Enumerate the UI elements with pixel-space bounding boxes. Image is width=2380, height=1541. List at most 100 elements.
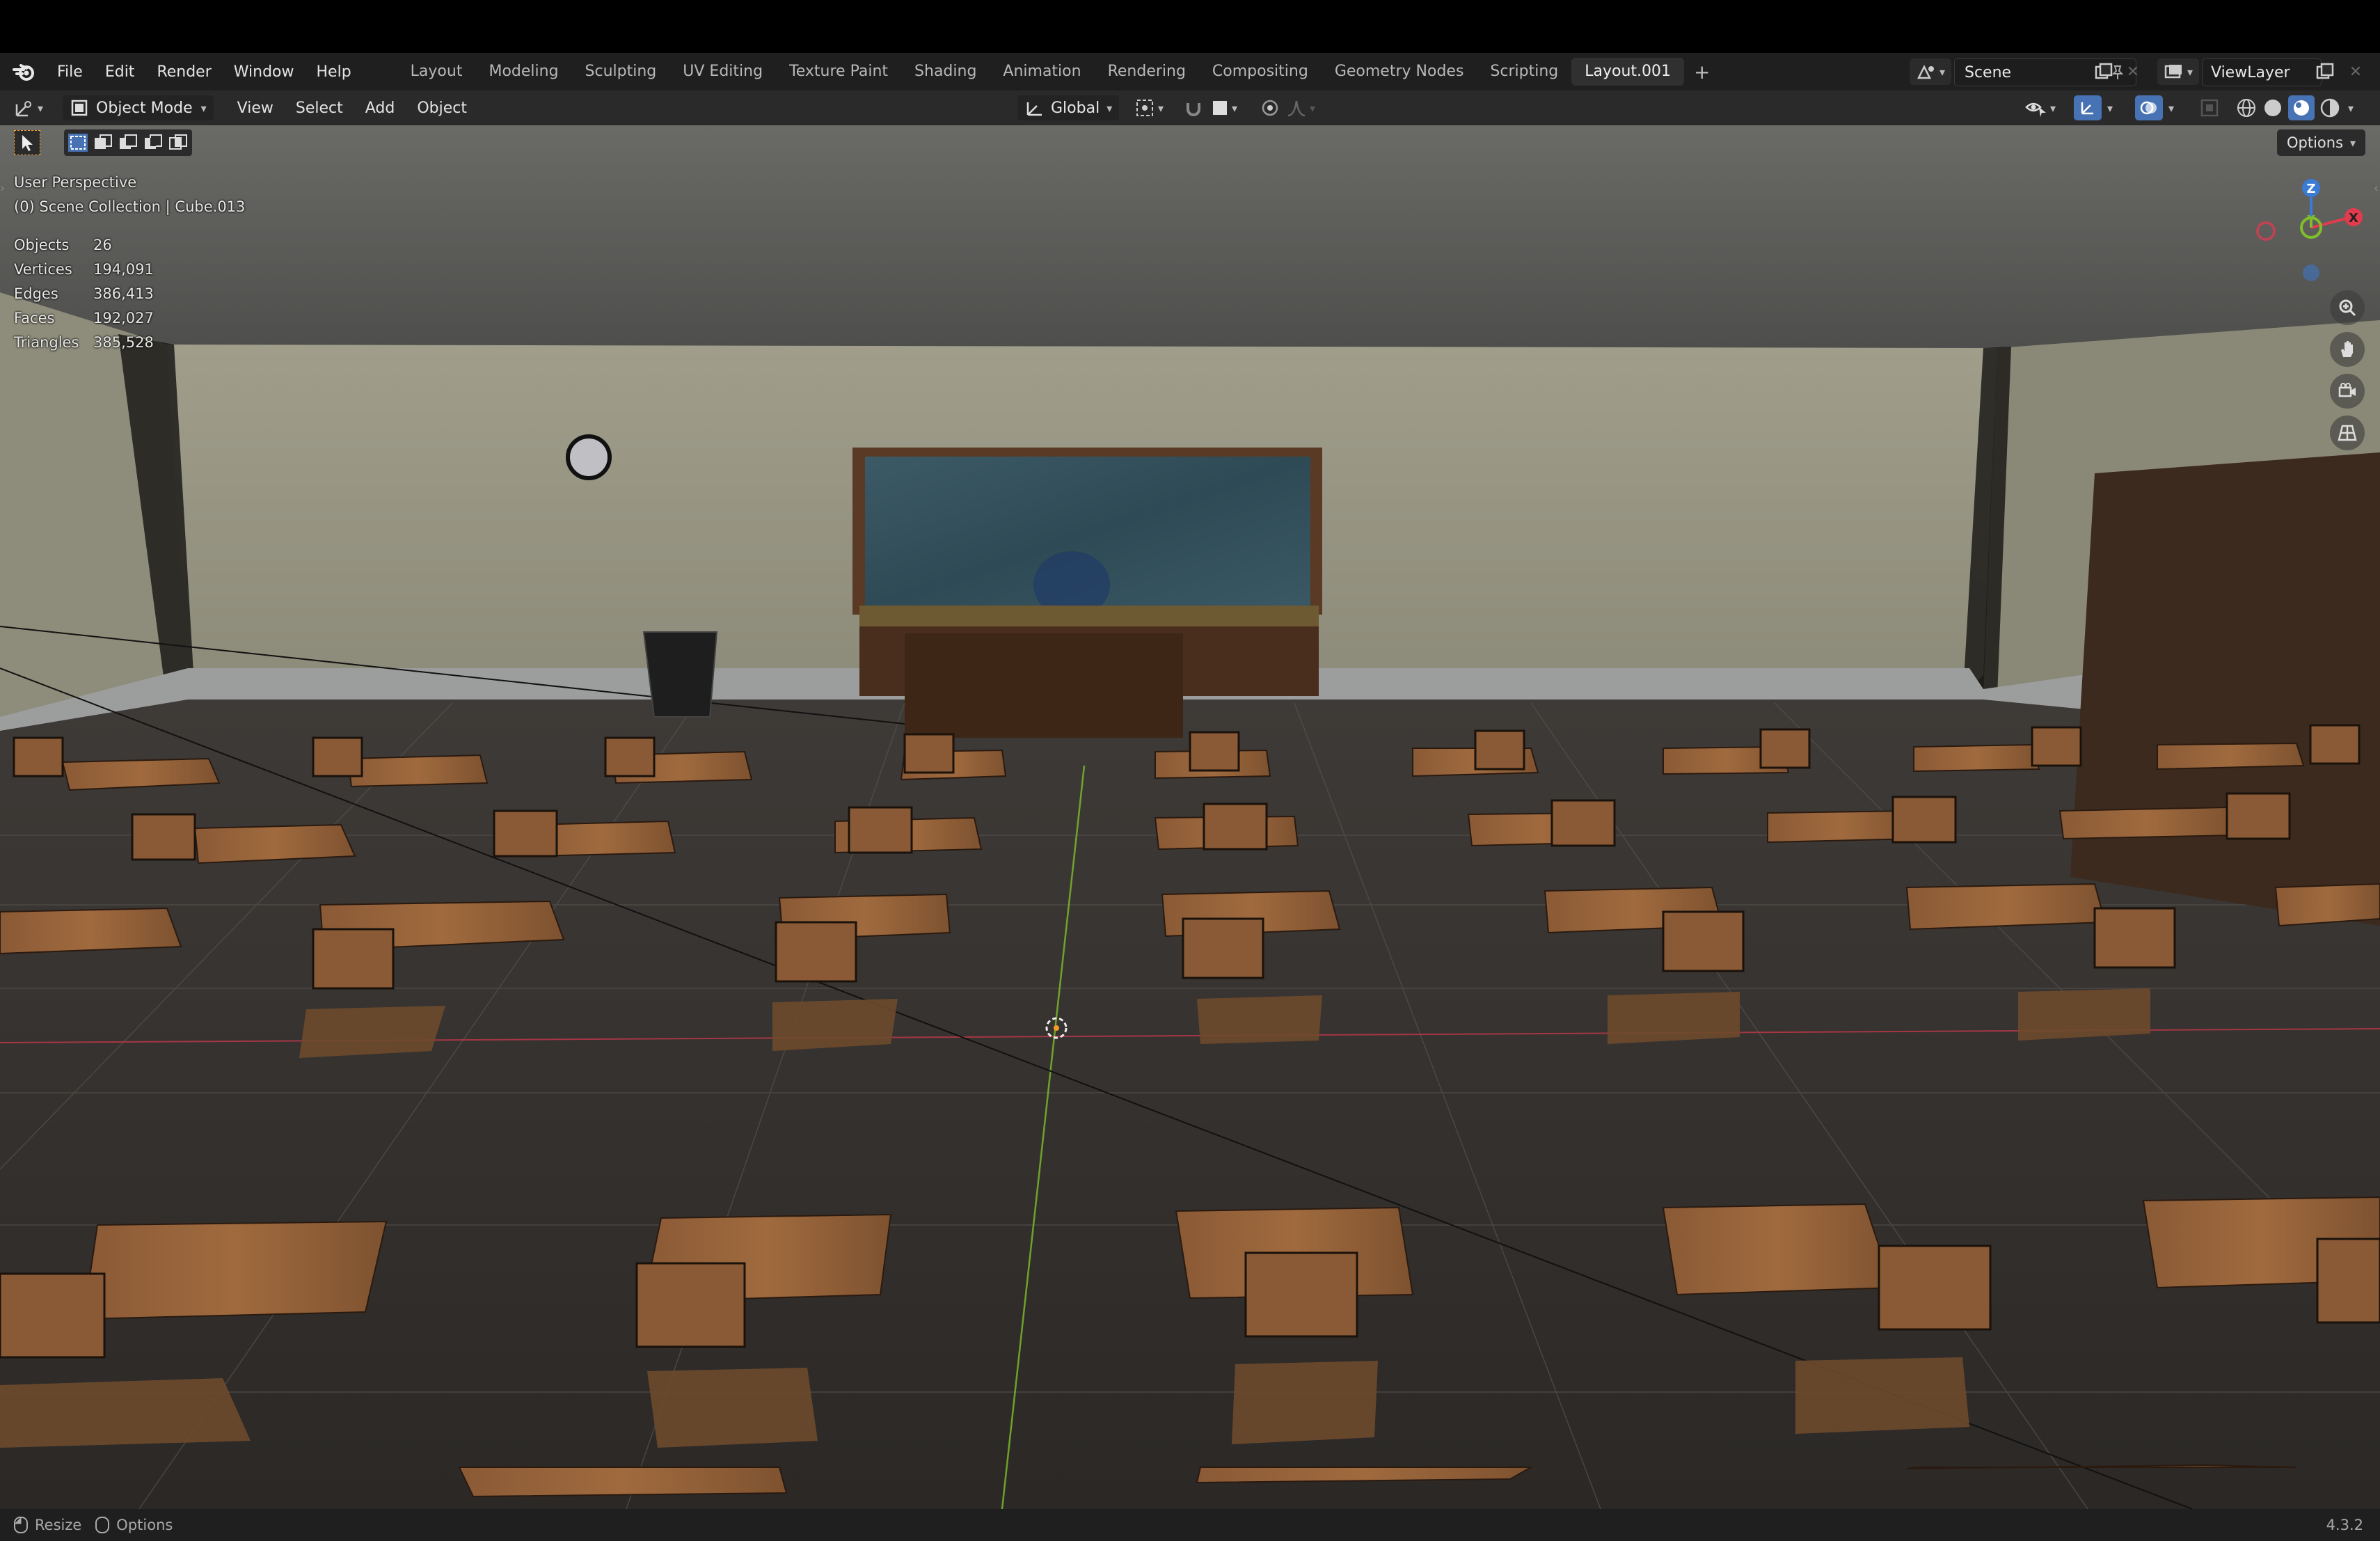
tab-layout-001[interactable]: Layout.001: [1571, 58, 1685, 86]
gizmo-icon: [2081, 102, 2093, 115]
menu-render[interactable]: Render: [145, 63, 222, 81]
chevron-down-icon: ▾: [1106, 101, 1113, 115]
camera-view-button[interactable]: [2330, 374, 2365, 409]
menu-edit[interactable]: Edit: [94, 63, 146, 81]
transform-orientation-selector[interactable]: Global ▾: [1017, 95, 1120, 120]
selection-mode-group: [64, 129, 192, 156]
perspective-label: User Perspective: [14, 174, 137, 191]
tab-scripting[interactable]: Scripting: [1477, 58, 1571, 86]
scene-icon: [1917, 65, 1934, 79]
menu-help[interactable]: Help: [306, 63, 363, 81]
status-options: Options: [116, 1517, 173, 1533]
delete-scene-icon[interactable]: ✕: [2121, 58, 2145, 85]
solid-shading-icon[interactable]: [2262, 97, 2284, 119]
workspace-tabs: Layout Modeling Sculpting UV Editing Tex…: [397, 53, 1720, 90]
tab-layout[interactable]: Layout: [397, 58, 476, 86]
mouse-right-icon: [95, 1517, 110, 1533]
select-tool-bar: [14, 129, 192, 156]
orientation-label: Global: [1051, 99, 1100, 117]
chevron-down-icon: ▾: [2168, 101, 2175, 115]
select-box-tool-button[interactable]: [14, 130, 40, 155]
stat-value: 26: [93, 237, 112, 253]
stat-value: 385,528: [93, 334, 154, 351]
status-resize: Resize: [35, 1517, 82, 1533]
perspective-toggle-button[interactable]: [2330, 416, 2365, 450]
tab-animation[interactable]: Animation: [990, 58, 1094, 86]
zoom-icon: [2339, 299, 2356, 317]
mouse-left-icon: [14, 1517, 28, 1533]
tab-rendering[interactable]: Rendering: [1095, 58, 1199, 86]
chevron-down-icon: ▾: [1310, 101, 1316, 115]
editor-type-button[interactable]: ▾: [13, 97, 43, 118]
material-shading-icon: [2294, 100, 2309, 116]
mode-selector[interactable]: Object Mode ▾: [63, 95, 214, 120]
tab-geometry-nodes[interactable]: Geometry Nodes: [1322, 58, 1477, 86]
stat-label: Vertices: [14, 261, 72, 278]
new-scene-button[interactable]: [2088, 58, 2120, 85]
select-extend-icon[interactable]: [92, 132, 114, 153]
tab-uv-editing[interactable]: UV Editing: [669, 58, 776, 86]
show-gizmo-button[interactable]: [2074, 95, 2102, 120]
tab-modeling[interactable]: Modeling: [475, 58, 571, 86]
viewlayer-name: ViewLayer: [2211, 63, 2290, 81]
options-dropdown[interactable]: Options ▾: [2277, 129, 2366, 156]
scene-name: Scene: [1965, 63, 2012, 81]
menu-add[interactable]: Add: [354, 100, 406, 117]
stat-value: 192,027: [93, 310, 154, 326]
sidebar-expand-icon[interactable]: ‹: [2374, 181, 2379, 196]
cursor-arrow-icon: [22, 135, 33, 151]
gizmo-toggle[interactable]: ▾: [2074, 95, 2113, 120]
camera-icon: [2338, 383, 2356, 397]
menu-object[interactable]: Object: [406, 100, 478, 117]
duplicate-icon: [2316, 63, 2334, 79]
stat-label: Objects: [14, 237, 70, 253]
show-overlays-button[interactable]: [2135, 95, 2163, 120]
navigation-gizmo[interactable]: Z X Y: [2252, 167, 2370, 285]
wireframe-shading-icon[interactable]: [2235, 97, 2258, 119]
material-preview-button[interactable]: [2288, 95, 2315, 120]
select-difference-icon[interactable]: [142, 132, 164, 153]
menu-view[interactable]: View: [226, 100, 285, 117]
blender-logo-icon[interactable]: [13, 60, 36, 84]
overlays-toggle[interactable]: ▾: [2135, 95, 2174, 120]
window-top-bar: [0, 0, 2380, 53]
select-new-icon[interactable]: [67, 132, 89, 153]
tab-shading[interactable]: Shading: [901, 58, 990, 86]
3d-viewport[interactable]: Options ▾ User Perspective (0) Scene Col…: [0, 125, 2380, 1509]
menu-window[interactable]: Window: [223, 63, 306, 81]
tab-sculpting[interactable]: Sculpting: [572, 58, 670, 86]
xray-icon[interactable]: [2199, 97, 2220, 118]
collection-label: (0) Scene Collection | Cube.013: [14, 198, 246, 215]
render-layers-icon: [2164, 65, 2182, 79]
axis-3d-icon: [15, 101, 31, 117]
snap-toggle[interactable]: ▾: [1183, 97, 1237, 118]
add-workspace-icon[interactable]: +: [1684, 61, 1720, 84]
chevron-down-icon: ▾: [1232, 101, 1238, 115]
proportional-editing-toggle[interactable]: ▾: [1260, 97, 1315, 118]
scene-browse-button[interactable]: ▾: [1910, 58, 1951, 85]
chevron-down-icon: ▾: [1158, 101, 1164, 115]
zoom-button[interactable]: [2330, 290, 2365, 325]
pivot-point-button[interactable]: ▾: [1134, 97, 1164, 118]
chevron-down-icon: ▾: [2050, 101, 2056, 115]
grid-perspective-icon: [2338, 425, 2357, 441]
toolbar-expand-icon[interactable]: ›: [0, 181, 5, 196]
select-subtract-icon[interactable]: [117, 132, 139, 153]
select-intersect-icon[interactable]: [167, 132, 189, 153]
chevron-down-icon[interactable]: ▾: [2348, 102, 2354, 115]
viewlayer-name-field[interactable]: ViewLayer: [2202, 58, 2322, 86]
chevron-down-icon: ▾: [2107, 101, 2113, 115]
menu-select[interactable]: Select: [285, 100, 354, 117]
visibility-selectability-button[interactable]: ▾: [2025, 97, 2056, 118]
rendered-shading-icon[interactable]: [2319, 97, 2341, 119]
tab-compositing[interactable]: Compositing: [1199, 58, 1322, 86]
options-label: Options: [2287, 134, 2344, 151]
new-viewlayer-button[interactable]: [2309, 58, 2341, 85]
scene-stats: Objects 26 Vertices 194,091 Edges 386,413 F…: [14, 237, 154, 358]
pan-button[interactable]: [2330, 332, 2365, 367]
stat-value: 386,413: [93, 285, 154, 302]
menu-file[interactable]: File: [46, 63, 94, 81]
delete-viewlayer-icon[interactable]: ✕: [2344, 58, 2367, 85]
viewlayer-browse-button[interactable]: ▾: [2157, 58, 2199, 85]
tab-texture-paint[interactable]: Texture Paint: [776, 58, 901, 86]
